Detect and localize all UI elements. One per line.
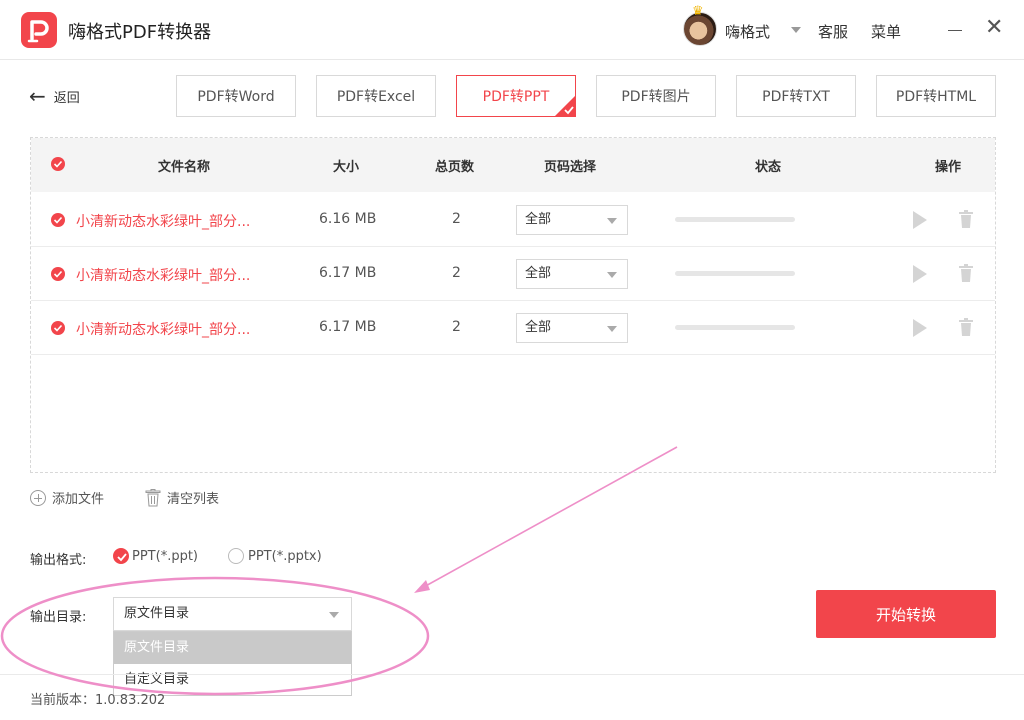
minimize-icon[interactable] — [948, 30, 962, 31]
progress-bar — [675, 271, 795, 276]
file-size: 6.16 MB — [319, 211, 377, 227]
back-button[interactable]: ← 返回 — [29, 86, 80, 106]
chevron-down-icon — [607, 326, 617, 332]
file-size: 6.17 MB — [319, 265, 377, 281]
output-format-label: 输出格式: — [30, 553, 87, 568]
col-header-actions: 操作 — [935, 160, 962, 175]
page-count: 2 — [452, 319, 461, 335]
output-dir-dropdown: 原文件目录 自定义目录 — [113, 631, 352, 696]
progress-bar — [675, 217, 795, 222]
page-range-select[interactable]: 全部 — [516, 205, 628, 235]
file-size: 6.17 MB — [319, 319, 377, 335]
select-all-checkbox[interactable] — [51, 157, 65, 171]
tab-pdf-to-ppt[interactable]: PDF转PPT — [456, 75, 576, 117]
version-text: 当前版本：1.0.83.202 — [30, 693, 166, 708]
col-header-size: 大小 — [333, 160, 360, 175]
annotation-arrowhead — [414, 580, 430, 593]
trash-icon[interactable] — [958, 264, 974, 282]
arrow-left-icon: ← — [29, 84, 46, 108]
start-convert-button[interactable]: 开始转换 — [816, 590, 996, 638]
page-range-value: 全部 — [525, 212, 552, 227]
tab-pdf-to-excel[interactable]: PDF转Excel — [316, 75, 436, 117]
add-file-button[interactable]: 添加文件 — [30, 488, 104, 507]
page-range-value: 全部 — [525, 266, 552, 281]
username[interactable]: 嗨格式 — [725, 21, 770, 42]
output-dir-value: 原文件目录 — [124, 606, 190, 621]
col-header-status: 状态 — [755, 160, 782, 175]
col-header-pages: 总页数 — [435, 160, 475, 175]
col-header-range: 页码选择 — [544, 160, 597, 175]
footer-divider — [0, 674, 1024, 675]
radio-ppt[interactable] — [113, 548, 129, 564]
trash-icon[interactable] — [958, 318, 974, 336]
file-name: 小清新动态水彩绿叶_部分... — [76, 214, 251, 230]
app-logo-icon — [21, 12, 57, 48]
radio-pptx[interactable] — [228, 548, 244, 564]
trash-icon — [145, 488, 161, 506]
file-name: 小清新动态水彩绿叶_部分... — [76, 268, 251, 284]
radio-pptx-label[interactable]: PPT(*.pptx) — [248, 549, 322, 564]
tab-pdf-to-txt[interactable]: PDF转TXT — [736, 75, 856, 117]
radio-ppt-label[interactable]: PPT(*.ppt) — [132, 549, 198, 564]
col-header-name: 文件名称 — [158, 160, 211, 175]
tab-pdf-to-image[interactable]: PDF转图片 — [596, 75, 716, 117]
menu-link[interactable]: 菜单 — [871, 21, 901, 42]
chevron-down-icon[interactable] — [791, 27, 801, 33]
row-checkbox[interactable] — [51, 321, 65, 335]
add-file-label: 添加文件 — [52, 492, 105, 507]
page-range-select[interactable]: 全部 — [516, 259, 628, 289]
selected-corner-check-icon — [554, 95, 576, 117]
chevron-down-icon — [607, 218, 617, 224]
page-count: 2 — [452, 265, 461, 281]
app-title: 嗨格式PDF转换器 — [68, 22, 212, 43]
chevron-down-icon — [607, 272, 617, 278]
file-name: 小清新动态水彩绿叶_部分... — [76, 322, 251, 338]
clear-list-button[interactable]: 清空列表 — [145, 488, 219, 507]
back-label: 返回 — [53, 90, 80, 106]
output-dir-label: 输出目录: — [30, 610, 87, 625]
trash-icon[interactable] — [958, 210, 974, 228]
close-icon[interactable]: ✕ — [985, 17, 1003, 39]
output-dir-select[interactable]: 原文件目录 — [113, 597, 352, 631]
tab-pdf-to-word[interactable]: PDF转Word — [176, 75, 296, 117]
tab-pdf-to-html[interactable]: PDF转HTML — [876, 75, 996, 117]
row-checkbox[interactable] — [51, 213, 65, 227]
customer-service-link[interactable]: 客服 — [818, 21, 848, 42]
progress-bar — [675, 325, 795, 330]
page-range-select[interactable]: 全部 — [516, 313, 628, 343]
dropdown-option-source-dir[interactable]: 原文件目录 — [114, 632, 351, 664]
add-icon — [30, 489, 46, 506]
chevron-down-icon — [329, 612, 339, 618]
page-range-value: 全部 — [525, 320, 552, 335]
play-icon[interactable] — [913, 265, 927, 283]
page-count: 2 — [452, 211, 461, 227]
play-icon[interactable] — [913, 319, 927, 337]
play-icon[interactable] — [913, 211, 927, 229]
tab-label: PDF转PPT — [482, 89, 550, 105]
crown-icon: ♛ — [692, 4, 704, 19]
row-checkbox[interactable] — [51, 267, 65, 281]
clear-list-label: 清空列表 — [167, 492, 220, 507]
